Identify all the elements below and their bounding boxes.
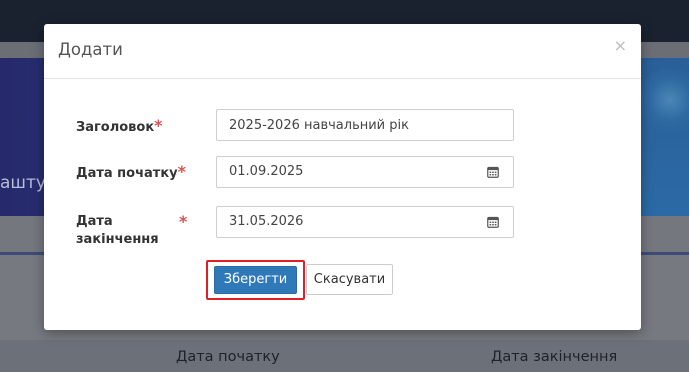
end-date-input[interactable]: 31.05.2026 xyxy=(216,206,514,238)
start-date-value: 01.09.2025 xyxy=(229,164,304,179)
title-input[interactable] xyxy=(216,109,514,141)
table-header-end-date: Дата закінчення xyxy=(491,349,618,365)
required-mark: * xyxy=(179,212,188,231)
cancel-button[interactable]: Скасувати xyxy=(306,264,393,295)
hero-illustration xyxy=(640,60,689,216)
required-mark: * xyxy=(154,116,163,135)
start-date-label: Дата початку* xyxy=(76,162,187,182)
add-dialog: Додати × Заголовок* Дата початку* 01.09.… xyxy=(44,24,641,330)
end-date-label: Дата закінчення xyxy=(76,214,159,247)
end-date-value: 31.05.2026 xyxy=(229,214,304,229)
close-icon[interactable]: × xyxy=(614,36,627,55)
required-mark: * xyxy=(177,162,187,181)
save-button-highlight: Зберегти xyxy=(206,260,305,300)
title-label: Заголовок* xyxy=(76,116,163,136)
calendar-icon[interactable] xyxy=(487,216,499,228)
calendar-icon[interactable] xyxy=(487,166,499,178)
table-header-start-date: Дата початку xyxy=(176,349,280,365)
save-button[interactable]: Зберегти xyxy=(214,266,297,294)
dialog-title: Додати xyxy=(58,40,123,59)
start-date-input[interactable]: 01.09.2025 xyxy=(216,156,514,188)
dialog-header: Додати × xyxy=(44,24,641,79)
